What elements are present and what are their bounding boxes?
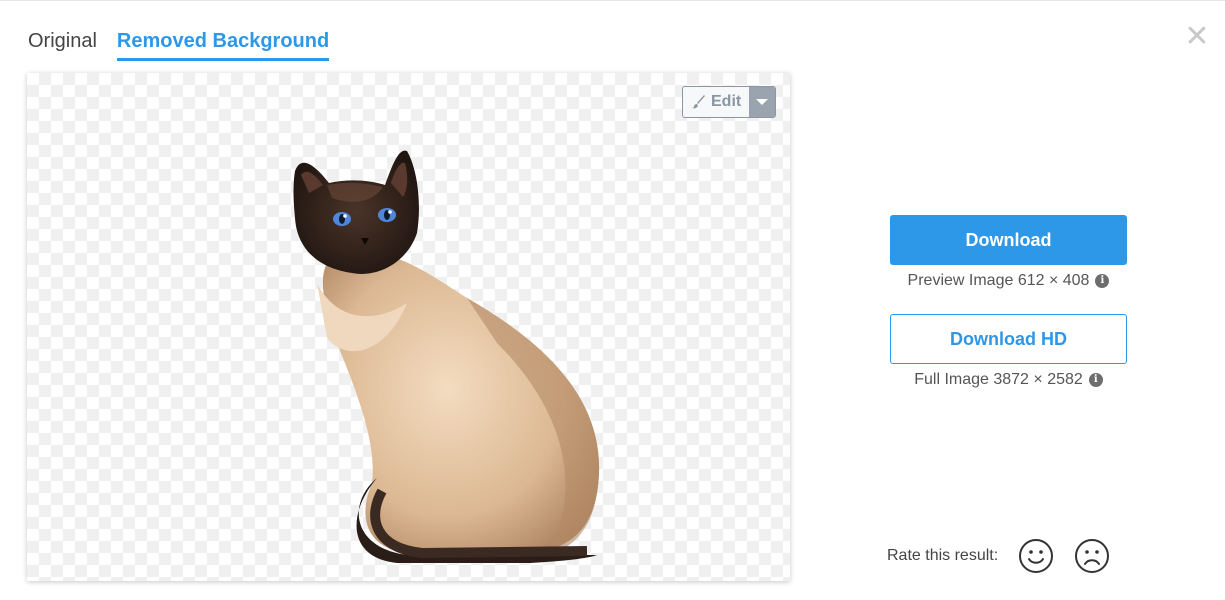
caret-down-icon [756,99,769,105]
brush-icon [692,95,705,109]
rate-label: Rate this result: [887,547,999,564]
preview-image-info: Preview Image 612 × 408 i [890,272,1127,290]
info-icon[interactable]: i [1088,373,1103,387]
top-divider [0,0,1225,1]
tab-removed-background[interactable]: Removed Background [116,28,330,61]
download-hd-button[interactable]: Download HD [890,314,1127,364]
view-tabs: Original Removed Background [28,28,330,61]
cat-image [293,150,600,563]
full-image-info: Full Image 3872 × 2582 i [890,371,1127,389]
info-icon[interactable]: i [1095,274,1110,288]
edit-button[interactable]: Edit [683,87,749,117]
download-button[interactable]: Download [890,215,1127,265]
edit-dropdown-button[interactable] [749,87,776,117]
remove-background-dialog: Original Removed Background ✕ Edit Downl… [0,0,1225,600]
smiley-icon[interactable] [1018,538,1054,574]
frown-icon[interactable] [1074,538,1110,574]
close-icon[interactable]: ✕ [1184,22,1210,52]
edit-button-group: Edit [682,86,777,118]
full-image-text: Full Image 3872 × 2582 [914,371,1083,388]
edit-label: Edit [711,93,742,110]
tab-original[interactable]: Original [28,28,97,61]
image-preview-panel: Edit [27,73,790,581]
preview-image-text: Preview Image 612 × 408 [907,272,1090,289]
rating-row: Rate this result: [887,538,1110,574]
